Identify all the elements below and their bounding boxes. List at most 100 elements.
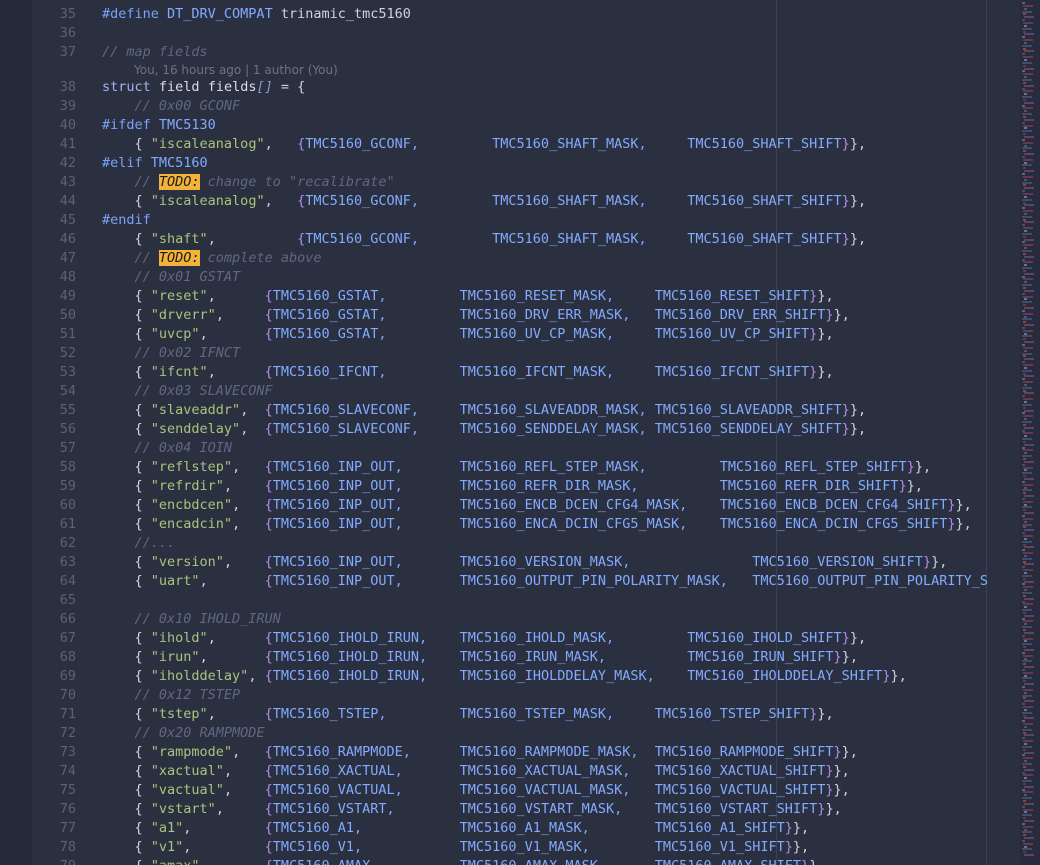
code-text[interactable]: { "amax", {TMC5160_AMAX, TMC5160_AMAX_MA… (102, 857, 826, 865)
code-text[interactable]: { "iscaleanalog", {TMC5160_GCONF, TMC516… (102, 135, 867, 154)
code-token: TMC5160_GSTAT, TMC5160_DRV_ERR_MASK, TMC… (272, 307, 826, 323)
code-text[interactable]: { "senddelay", {TMC5160_SLAVECONF, TMC51… (102, 420, 867, 439)
code-text[interactable]: { "rampmode", {TMC5160_RAMPMODE, TMC5160… (102, 743, 858, 762)
code-text[interactable]: { "vactual", {TMC5160_VACTUAL, TMC5160_V… (102, 781, 850, 800)
code-text[interactable]: { "version", {TMC5160_INP_OUT, TMC5160_V… (102, 553, 948, 572)
code-line[interactable]: 72 // 0x20 RAMPMODE (32, 724, 1020, 743)
code-line[interactable]: 64 { "uart", {TMC5160_INP_OUT, TMC5160_O… (32, 572, 1020, 591)
code-text[interactable]: { "a1", {TMC5160_A1, TMC5160_A1_MASK, TM… (102, 819, 810, 838)
code-text[interactable]: // 0x03 SLAVECONF (102, 382, 273, 401)
code-line[interactable]: 49 { "reset", {TMC5160_GSTAT, TMC5160_RE… (32, 287, 1020, 306)
code-line[interactable]: 56 { "senddelay", {TMC5160_SLAVECONF, TM… (32, 420, 1020, 439)
code-line[interactable]: 63 { "version", {TMC5160_INP_OUT, TMC516… (32, 553, 1020, 572)
code-text[interactable]: { "v1", {TMC5160_V1, TMC5160_V1_MASK, TM… (102, 838, 810, 857)
code-line[interactable]: 55 { "slaveaddr", {TMC5160_SLAVECONF, TM… (32, 401, 1020, 420)
code-line[interactable]: 57 // 0x04 IOIN (32, 439, 1020, 458)
code-text[interactable]: { "reflstep", {TMC5160_INP_OUT, TMC5160_… (102, 458, 932, 477)
code-text[interactable]: // 0x04 IOIN (102, 439, 233, 458)
code-line[interactable]: 43 // TODO: change to "recalibrate" (32, 173, 1020, 192)
code-line[interactable]: 59 { "refrdir", {TMC5160_INP_OUT, TMC516… (32, 477, 1020, 496)
code-editor[interactable]: You, 16 hours ago | 1 author (You) 35 #de… (32, 0, 1020, 865)
code-text[interactable]: // 0x12 TSTEP (102, 686, 241, 705)
code-line[interactable]: 76 { "vstart", {TMC5160_VSTART, TMC5160_… (32, 800, 1020, 819)
code-line[interactable]: 75 { "vactual", {TMC5160_VACTUAL, TMC516… (32, 781, 1020, 800)
code-line[interactable]: 50 { "drverr", {TMC5160_GSTAT, TMC5160_D… (32, 306, 1020, 325)
code-text[interactable]: { "ihold", {TMC5160_IHOLD_IRUN, TMC5160_… (102, 629, 867, 648)
code-line[interactable]: 67 { "ihold", {TMC5160_IHOLD_IRUN, TMC51… (32, 629, 1020, 648)
code-line[interactable]: 35 #define DT_DRV_COMPAT trinamic_tmc5160 (32, 5, 1020, 24)
code-line[interactable]: 37 // map fields (32, 43, 1020, 62)
code-line[interactable]: 39 // 0x00 GCONF (32, 97, 1020, 116)
code-line[interactable]: 53 { "ifcnt", {TMC5160_IFCNT, TMC5160_IF… (32, 363, 1020, 382)
code-line[interactable]: 70 // 0x12 TSTEP (32, 686, 1020, 705)
code-line[interactable]: 73 { "rampmode", {TMC5160_RAMPMODE, TMC5… (32, 743, 1020, 762)
code-text[interactable]: { "uart", {TMC5160_INP_OUT, TMC5160_OUTP… (102, 572, 988, 591)
code-text[interactable]: { "xactual", {TMC5160_XACTUAL, TMC5160_X… (102, 762, 850, 781)
code-text[interactable]: { "iscaleanalog", {TMC5160_GCONF, TMC516… (102, 192, 867, 211)
code-text[interactable]: #endif (102, 211, 151, 230)
code-line[interactable]: 48 // 0x01 GSTAT (32, 268, 1020, 287)
code-text[interactable]: { "encadcin", {TMC5160_INP_OUT, TMC5160_… (102, 515, 972, 534)
code-line[interactable]: 51 { "uvcp", {TMC5160_GSTAT, TMC5160_UV_… (32, 325, 1020, 344)
git-blame-annotation[interactable]: You, 16 hours ago | 1 author (You) (134, 62, 338, 78)
code-text[interactable]: { "shaft", {TMC5160_GCONF, TMC5160_SHAFT… (102, 230, 867, 249)
code-line[interactable]: 68 { "irun", {TMC5160_IHOLD_IRUN, TMC516… (32, 648, 1020, 667)
code-line[interactable]: 78 { "v1", {TMC5160_V1, TMC5160_V1_MASK,… (32, 838, 1020, 857)
code-text[interactable]: //... (102, 534, 176, 553)
code-text[interactable]: // 0x20 RAMPMODE (102, 724, 265, 743)
code-line[interactable]: 62 //... (32, 534, 1020, 553)
code-line[interactable]: 44 { "iscaleanalog", {TMC5160_GCONF, TMC… (32, 192, 1020, 211)
code-token: { (264, 649, 273, 665)
code-token: { (264, 706, 273, 722)
code-line[interactable]: 40 #ifdef TMC5130 (32, 116, 1020, 135)
code-text[interactable]: // 0x00 GCONF (102, 97, 241, 116)
code-line[interactable]: 42 #elif TMC5160 (32, 154, 1020, 173)
code-text[interactable]: { "iholddelay", {TMC5160_IHOLD_IRUN, TMC… (102, 667, 907, 686)
code-line[interactable]: 66 // 0x10 IHOLD_IRUN (32, 610, 1020, 629)
code-text[interactable]: { "slaveaddr", {TMC5160_SLAVECONF, TMC51… (102, 401, 867, 420)
code-line[interactable]: 69 { "iholddelay", {TMC5160_IHOLD_IRUN, … (32, 667, 1020, 686)
code-text[interactable]: // 0x01 GSTAT (102, 268, 241, 287)
code-line[interactable]: 77 { "a1", {TMC5160_A1, TMC5160_A1_MASK,… (32, 819, 1020, 838)
code-line[interactable]: 65 (32, 591, 1020, 610)
code-text[interactable]: // 0x02 IFNCT (102, 344, 241, 363)
code-text[interactable]: { "refrdir", {TMC5160_INP_OUT, TMC5160_R… (102, 477, 923, 496)
code-line[interactable]: 47 // TODO: complete above (32, 249, 1020, 268)
code-line[interactable]: 60 { "encbdcen", {TMC5160_INP_OUT, TMC51… (32, 496, 1020, 515)
code-text[interactable]: #ifdef TMC5130 (102, 116, 216, 135)
code-line[interactable]: 36 (32, 24, 1020, 43)
code-line[interactable]: 41 { "iscaleanalog", {TMC5160_GCONF, TMC… (32, 135, 1020, 154)
code-line[interactable]: 71 { "tstep", {TMC5160_TSTEP, TMC5160_TS… (32, 705, 1020, 724)
code-text[interactable]: // TODO: complete above (102, 249, 321, 268)
minimap-line (1023, 210, 1033, 213)
code-text[interactable]: // TODO: change to "recalibrate" (102, 173, 395, 192)
code-text[interactable]: #elif TMC5160 (102, 154, 208, 173)
code-line[interactable]: 61 { "encadcin", {TMC5160_INP_OUT, TMC51… (32, 515, 1020, 534)
code-text[interactable]: { "reset", {TMC5160_GSTAT, TMC5160_RESET… (102, 287, 834, 306)
code-text[interactable]: { "encbdcen", {TMC5160_INP_OUT, TMC5160_… (102, 496, 972, 515)
code-text[interactable]: // 0x10 IHOLD_IRUN (102, 610, 281, 629)
code-line[interactable]: 45 #endif (32, 211, 1020, 230)
code-text[interactable]: // map fields (102, 43, 208, 62)
code-line[interactable]: 52 // 0x02 IFNCT (32, 344, 1020, 363)
minimap[interactable] (1020, 0, 1040, 865)
code-text[interactable]: { "drverr", {TMC5160_GSTAT, TMC5160_DRV_… (102, 306, 850, 325)
code-text[interactable]: { "ifcnt", {TMC5160_IFCNT, TMC5160_IFCNT… (102, 363, 834, 382)
code-text[interactable]: #define DT_DRV_COMPAT trinamic_tmc5160 (102, 5, 411, 24)
code-text[interactable]: { "tstep", {TMC5160_TSTEP, TMC5160_TSTEP… (102, 705, 834, 724)
code-text[interactable]: struct field fields[] = { (102, 78, 305, 97)
code-text[interactable]: { "vstart", {TMC5160_VSTART, TMC5160_VST… (102, 800, 842, 819)
code-line[interactable]: 79 { "amax", {TMC5160_AMAX, TMC5160_AMAX… (32, 857, 1020, 865)
code-line[interactable]: 58 { "reflstep", {TMC5160_INP_OUT, TMC51… (32, 458, 1020, 477)
code-text[interactable]: { "irun", {TMC5160_IHOLD_IRUN, TMC5160_I… (102, 648, 858, 667)
code-token: // 0x20 RAMPMODE (102, 725, 265, 741)
code-line[interactable]: 74 { "xactual", {TMC5160_XACTUAL, TMC516… (32, 762, 1020, 781)
minimap-line (1022, 113, 1032, 116)
code-text[interactable]: { "uvcp", {TMC5160_GSTAT, TMC5160_UV_CP_… (102, 325, 834, 344)
code-token: }, (849, 193, 867, 209)
code-line[interactable]: 38 struct field fields[] = { (32, 78, 1020, 97)
code-line[interactable]: 54 // 0x03 SLAVECONF (32, 382, 1020, 401)
code-line[interactable]: 46 { "shaft", {TMC5160_GCONF, TMC5160_SH… (32, 230, 1020, 249)
minimap-line (1022, 609, 1032, 612)
code-token: { (102, 839, 151, 855)
